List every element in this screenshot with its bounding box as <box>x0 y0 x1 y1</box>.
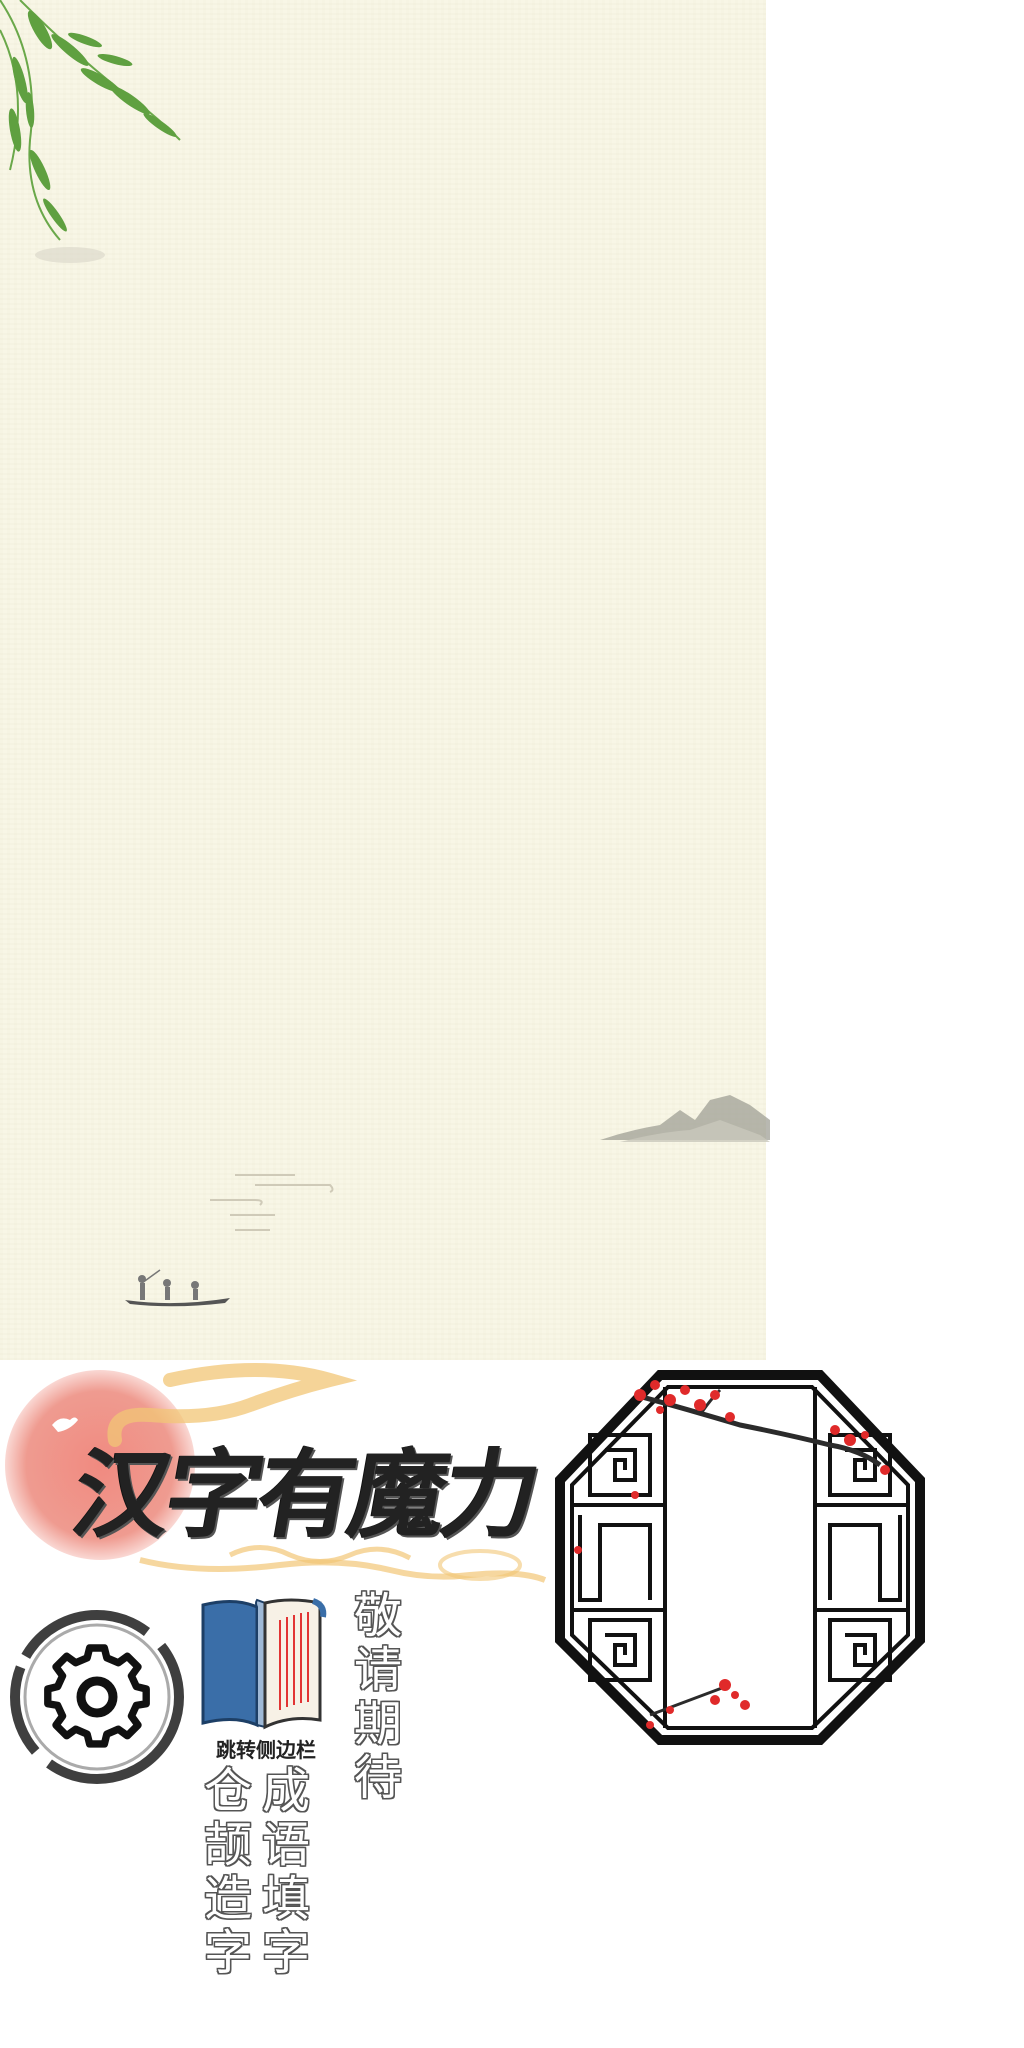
cangjie-mode-button[interactable]: 仓颉造字 <box>195 1765 251 1995</box>
octagon-window-frame <box>555 1370 925 1745</box>
cloud-line-decoration <box>210 1174 334 1231</box>
game-title-logo: 汉字有魔力 <box>65 1438 546 1551</box>
gear-icon <box>10 1610 184 1784</box>
willow-branch-decoration <box>0 0 181 263</box>
background-panel <box>0 0 770 1360</box>
sidebar-jump-label: 跳转侧边栏 <box>216 1738 316 1762</box>
mountain-decoration <box>600 1095 770 1142</box>
coming-soon-label: 敬请期待 <box>345 1590 401 1806</box>
book-icon <box>201 1598 327 1730</box>
idiom-fill-mode-button[interactable]: 成语填字 <box>253 1765 309 1995</box>
fishing-boat-decoration <box>125 1269 230 1307</box>
settings-button[interactable] <box>0 1600 195 1795</box>
sidebar-jump-button[interactable]: 跳转侧边栏 <box>195 1595 330 1765</box>
